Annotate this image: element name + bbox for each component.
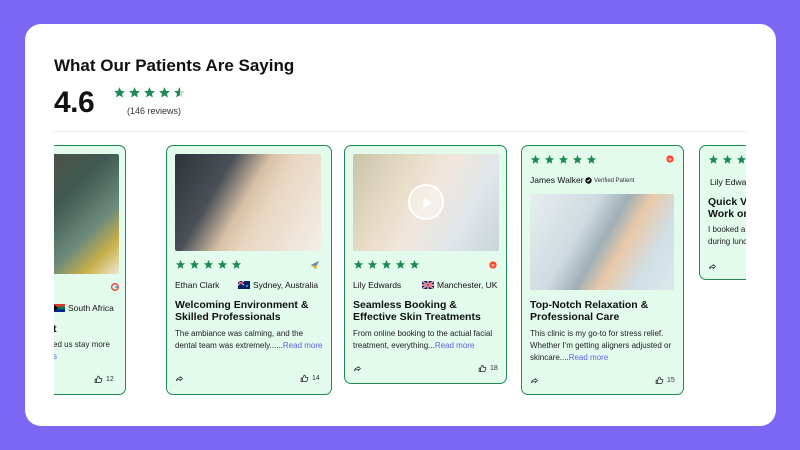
review-title: t [54,323,57,335]
patient-name: Ethan Clark [175,280,220,290]
review-text: ed us stay more [54,340,110,349]
share-icon[interactable] [708,263,717,271]
star-icon [572,154,583,164]
share-icon[interactable] [175,375,184,383]
like-count[interactable]: 18 [478,364,498,373]
patient-photo [175,154,321,251]
south-africa-flag-icon [54,304,65,312]
share-icon[interactable] [353,365,362,373]
read-more-link[interactable]: Read more [435,341,475,350]
average-stars [113,86,186,99]
star-icon [114,87,125,98]
review-text: The ambiance was calming, and the dental… [175,329,323,350]
review-title: Welcoming Environment & Skilled Professi… [175,299,309,323]
star-icon [217,259,228,269]
reviews-carousel[interactable]: South Africa t ed us stay more s 12 Etha… [54,145,746,395]
svg-text:G: G [491,262,494,267]
review-title: Quick Visits B Work or Scho [708,196,746,220]
review-text: This clinic is my go-to for stress relie… [530,329,672,362]
like-count[interactable]: 15 [655,376,675,385]
arrow-brand-icon [310,260,320,270]
star-icon [708,154,719,164]
reviews-panel: What Our Patients Are Saying 4.6 (146 re… [25,24,776,426]
uk-flag-icon [422,281,434,289]
share-icon[interactable] [530,377,539,385]
patient-photo [54,154,119,274]
g2-icon: G [666,155,674,163]
star-icon [722,154,733,164]
star-icon [367,259,378,269]
review-count: (146 reviews) [127,106,182,116]
like-count[interactable]: 12 [94,375,114,384]
patient-photo [530,194,674,290]
thumbs-up-icon [655,376,664,384]
divider [54,131,747,132]
review-card[interactable]: South Africa t ed us stay more s 12 [54,145,126,395]
svg-text:G: G [668,156,671,161]
patient-name: James Walker [530,175,584,185]
patient-location: Sydney, Australia [238,280,318,290]
australia-flag-icon [238,281,250,289]
star-icon [530,154,541,164]
g2-icon: G [489,261,497,269]
read-more-link[interactable]: Read more [569,353,609,362]
star-icon [189,259,200,269]
review-text: I booked a last-m during lunch hour [708,225,746,246]
star-icon [544,154,555,164]
star-icon [231,259,242,269]
star-icon [144,87,155,98]
review-stars [353,259,420,270]
review-stars [530,154,597,165]
half-star-icon [174,87,185,98]
thumbs-up-icon [300,374,309,382]
thumbs-up-icon [478,364,487,372]
review-stars [175,259,242,270]
average-rating: 4.6 [54,86,95,119]
section-title: What Our Patients Are Saying [54,56,295,75]
review-stars [708,154,746,165]
review-title: Top-Notch Relaxation & Professional Care [530,299,649,323]
star-icon [395,259,406,269]
read-more-link[interactable]: Read more [283,341,323,350]
read-more-link[interactable]: s [54,351,57,363]
review-card[interactable]: Ethan Clark Sydney, Australia Welcoming … [166,145,332,395]
star-icon [409,259,420,269]
star-icon [736,154,746,164]
star-icon [129,87,140,98]
thumbs-up-icon [94,375,103,383]
review-card[interactable]: Lily Edwards Quick Visits B Work or Scho… [699,145,746,280]
star-icon [159,87,170,98]
like-count[interactable]: 14 [300,374,320,383]
verified-badge: Verified Patient [585,177,634,184]
star-icon [381,259,392,269]
patient-name: Lily Edwards [353,280,402,290]
patient-location: South Africa [54,303,114,313]
star-icon [175,259,186,269]
star-icon [353,259,364,269]
review-card[interactable]: G Lily Edwards Manchester, UK Seamless B… [344,145,507,384]
review-title: Seamless Booking & Effective Skin Treatm… [353,299,481,323]
star-icon [586,154,597,164]
patient-location: Manchester, UK [422,280,497,290]
verified-icon [585,177,592,184]
star-icon [203,259,214,269]
star-icon [558,154,569,164]
patient-name: Lily Edwards [710,177,746,187]
review-card[interactable]: G James Walker Verified Patient Top-Notc… [521,145,684,395]
google-icon [111,283,119,291]
review-text: From online booking to the actual facial… [353,329,493,350]
play-icon [423,197,433,209]
